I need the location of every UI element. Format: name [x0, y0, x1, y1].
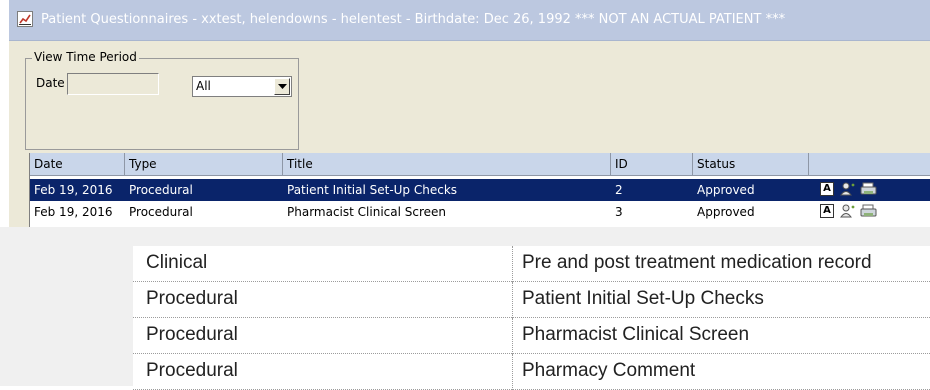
period-select-value: All [196, 79, 211, 93]
column-header-date[interactable]: Date [30, 153, 125, 176]
table-row: Procedural Pharmacy Comment [133, 354, 930, 390]
date-input[interactable] [67, 73, 159, 95]
acknowledge-icon[interactable]: A [820, 204, 834, 218]
column-divider [512, 354, 513, 390]
table-row[interactable]: Feb 19, 2016 Procedural Patient Initial … [30, 179, 930, 201]
column-header-title[interactable]: Title [283, 153, 611, 176]
period-select[interactable]: All [192, 76, 292, 97]
row-title: Pharmacist Clinical Screen [287, 205, 447, 219]
person-icon[interactable] [840, 204, 855, 218]
date-label: Date [36, 76, 65, 90]
row-type: Procedural [129, 183, 193, 197]
column-divider [512, 318, 513, 354]
column-header-status[interactable]: Status [693, 153, 809, 176]
print-icon[interactable] [860, 182, 877, 196]
questionnaire-grid[interactable]: Date Type Title ID Status Feb 19, 2016 P… [29, 153, 930, 227]
table-row: Procedural Patient Initial Set-Up Checks [133, 282, 930, 318]
column-divider [512, 246, 513, 282]
table-row[interactable]: Feb 19, 2016 Procedural Pharmacist Clini… [30, 201, 930, 223]
questionnaire-types-table: Clinical Pre and post treatment medicati… [0, 227, 930, 390]
group-label: View Time Period [32, 50, 139, 64]
row-id: 2 [615, 183, 623, 197]
questionnaire-title: Patient Initial Set-Up Checks [522, 288, 764, 309]
row-type: Procedural [129, 205, 193, 219]
person-icon[interactable] [840, 182, 855, 196]
row-id: 3 [615, 205, 623, 219]
chart-icon [17, 11, 33, 27]
questionnaire-title: Pharmacy Comment [522, 360, 696, 381]
column-header-actions[interactable] [809, 153, 930, 176]
column-header-type[interactable]: Type [125, 153, 283, 176]
table-row: Procedural Pharmacist Clinical Screen [133, 318, 930, 354]
row-actions: A [820, 204, 880, 220]
row-status: Approved [697, 205, 755, 219]
acknowledge-icon[interactable]: A [820, 182, 834, 196]
view-time-period-group: View Time Period Date All [25, 50, 299, 150]
table-row: Clinical Pre and post treatment medicati… [133, 246, 930, 282]
window-title: Patient Questionnaires - xxtest, helendo… [41, 12, 786, 27]
title-bar[interactable]: Patient Questionnaires - xxtest, helendo… [9, 0, 930, 41]
row-title: Patient Initial Set-Up Checks [287, 183, 458, 197]
questionnaire-type: Clinical [146, 252, 208, 273]
questionnaire-title: Pharmacist Clinical Screen [522, 324, 750, 345]
questionnaire-type: Procedural [146, 324, 238, 345]
questionnaire-type: Procedural [146, 288, 238, 309]
questionnaire-type: Procedural [146, 360, 238, 381]
column-header-id[interactable]: ID [611, 153, 693, 176]
questionnaire-title: Pre and post treatment medication record [522, 252, 872, 273]
chevron-down-icon [278, 84, 287, 89]
dropdown-button[interactable] [274, 78, 290, 95]
print-icon[interactable] [860, 204, 877, 218]
row-status: Approved [697, 183, 755, 197]
row-date: Feb 19, 2016 [34, 205, 113, 219]
row-date: Feb 19, 2016 [34, 183, 113, 197]
row-actions: A [820, 182, 880, 198]
column-divider [512, 282, 513, 318]
questionnaire-window: Patient Questionnaires - xxtest, helendo… [9, 0, 930, 227]
